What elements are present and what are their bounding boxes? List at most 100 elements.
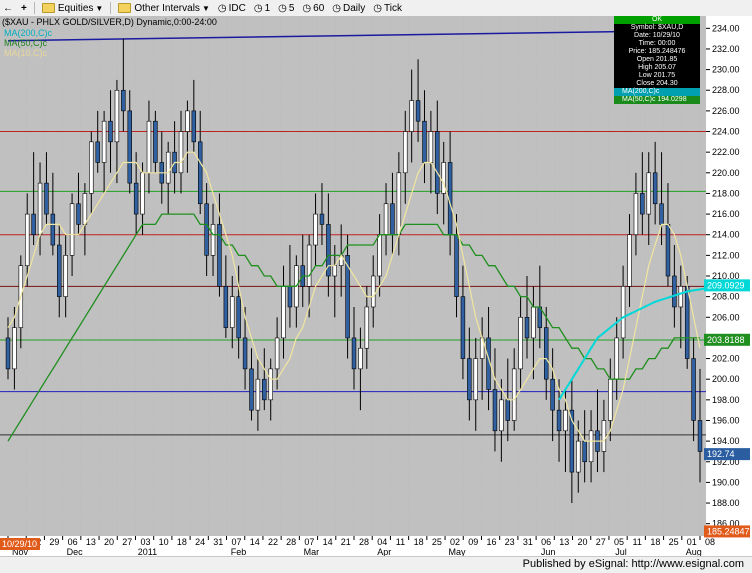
data-window-ma50: MA(50,C)c 194.0298 [614, 96, 700, 104]
candle-body [69, 203, 75, 256]
date-tick-label: 14 [323, 537, 333, 547]
candle-body [627, 234, 632, 287]
clock-icon: ◷ [373, 2, 382, 14]
legend-ma200: MA(200,C)c [4, 28, 53, 38]
month-label: Dec [67, 547, 84, 556]
legend-ma50: MA(50,C)c [4, 38, 48, 48]
status-bar: Published by eSignal: http://www.esignal… [0, 556, 752, 573]
date-tick-label: 11 [396, 537, 405, 547]
clock-icon: ◷ [253, 2, 263, 14]
date-tick-label: 07 [232, 537, 242, 547]
candle-body [499, 399, 504, 432]
interval-5-button[interactable]: ◷ 5 [275, 1, 297, 15]
idc-label: IDC [228, 2, 246, 14]
month-label: Mar [304, 547, 320, 556]
toolbar-separator [33, 2, 35, 14]
candle-body [274, 337, 280, 370]
candle-body [396, 172, 402, 236]
tick-button[interactable]: ◷ Tick [370, 1, 405, 15]
candle-body [82, 193, 88, 225]
price-tick-label: 212.00 [712, 250, 740, 260]
candle-body [633, 193, 639, 236]
equities-label: Equities [57, 2, 94, 14]
date-tick-label: 13 [86, 537, 96, 547]
candle-body [640, 193, 645, 215]
candle-body [114, 89, 120, 143]
candle-body [351, 337, 357, 370]
candle-body [57, 244, 62, 297]
interval-5-label: 5 [288, 2, 295, 14]
plot-background [0, 16, 706, 536]
equities-button[interactable]: Equities ▼ [39, 1, 107, 15]
candle-body [165, 151, 171, 184]
date-tick-label: 03 [140, 537, 150, 547]
date-tick-label: 05 [614, 537, 624, 547]
interval-60-button[interactable]: ◷ 60 [299, 1, 327, 15]
date-tick-label: 09 [468, 537, 478, 547]
candle-body [460, 296, 466, 359]
month-label: May [449, 547, 467, 556]
candle-body [588, 430, 594, 463]
candle-body [409, 100, 414, 132]
data-window-open: Open 201.85 [636, 56, 678, 63]
month-label: 2011 [138, 547, 157, 556]
candle-body [185, 110, 190, 132]
clock-icon: ◷ [332, 2, 342, 14]
candle-body [524, 316, 530, 339]
interval-1-label: 1 [264, 2, 271, 14]
candle-body [146, 120, 152, 174]
date-tick-label: 31 [213, 537, 223, 547]
candle-body [140, 172, 145, 215]
candle-body [127, 110, 132, 184]
back-icon[interactable]: ← [0, 1, 16, 15]
candle-body [153, 120, 158, 163]
candle-body [287, 286, 293, 308]
data-window-date: Date: 10/29/10 [634, 32, 680, 39]
clock-icon: ◷ [217, 2, 227, 14]
candle-body [306, 244, 312, 287]
candle-body [108, 120, 113, 143]
date-tick-label: 10 [159, 537, 169, 547]
date-tick-label: 16 [486, 537, 496, 547]
last-price-marker: 192.74 [707, 449, 735, 459]
candle-body [5, 337, 11, 370]
date-tick-label: 01 [687, 537, 697, 547]
price-chart[interactable]: 234.00 232.00 230.00 228.00 226.00 224.00 222.… [0, 16, 752, 557]
crosshair-date-marker: 10/29/10 [2, 539, 37, 549]
candle-body [89, 141, 94, 194]
candle-body [178, 131, 184, 174]
new-icon[interactable]: + [18, 1, 30, 15]
price-tick-label: 214.00 [712, 230, 740, 240]
candle-body [556, 409, 562, 432]
candle-body [313, 213, 318, 246]
date-tick-label: 18 [414, 537, 424, 547]
candle-body [454, 234, 459, 297]
candle-body [582, 440, 587, 463]
price-tick-label: 224.00 [712, 127, 740, 137]
other-intervals-button[interactable]: Other Intervals ▼ [115, 1, 213, 15]
candle-body [50, 213, 56, 246]
toolbar: ← + Equities ▼ Other Intervals ▼ ◷ IDC ◷… [0, 0, 752, 17]
candle-body [415, 100, 421, 122]
price-tick-label: 232.00 [712, 44, 740, 54]
data-window[interactable]: OK Symbol: $XAU,D Date: 10/29/10 Time: 0… [614, 16, 700, 104]
candle-body [319, 213, 325, 225]
idc-button[interactable]: ◷ IDC [215, 1, 249, 15]
daily-button[interactable]: ◷ Daily [329, 1, 368, 15]
candle-body [620, 286, 626, 339]
chart-title: ($XAU - PHLX GOLD/SILVER,D) Dynamic,0:00… [2, 17, 217, 27]
candle-body [492, 389, 498, 432]
data-window-ma200: MA(200,C)c [614, 88, 700, 96]
price-tick-label: 218.00 [712, 188, 740, 198]
candle-body [198, 141, 203, 205]
date-tick-label: 22 [268, 537, 278, 547]
data-window-symbol: Symbol: $XAU,D [630, 24, 684, 31]
month-label: Aug [686, 547, 702, 556]
candle-body [550, 378, 555, 411]
candle-body [255, 378, 261, 411]
candle-body [262, 378, 267, 401]
candle-body [435, 131, 440, 194]
interval-1-button[interactable]: ◷ 1 [251, 1, 273, 15]
date-tick-label: 11 [632, 537, 641, 547]
price-tick-label: 216.00 [712, 209, 740, 219]
